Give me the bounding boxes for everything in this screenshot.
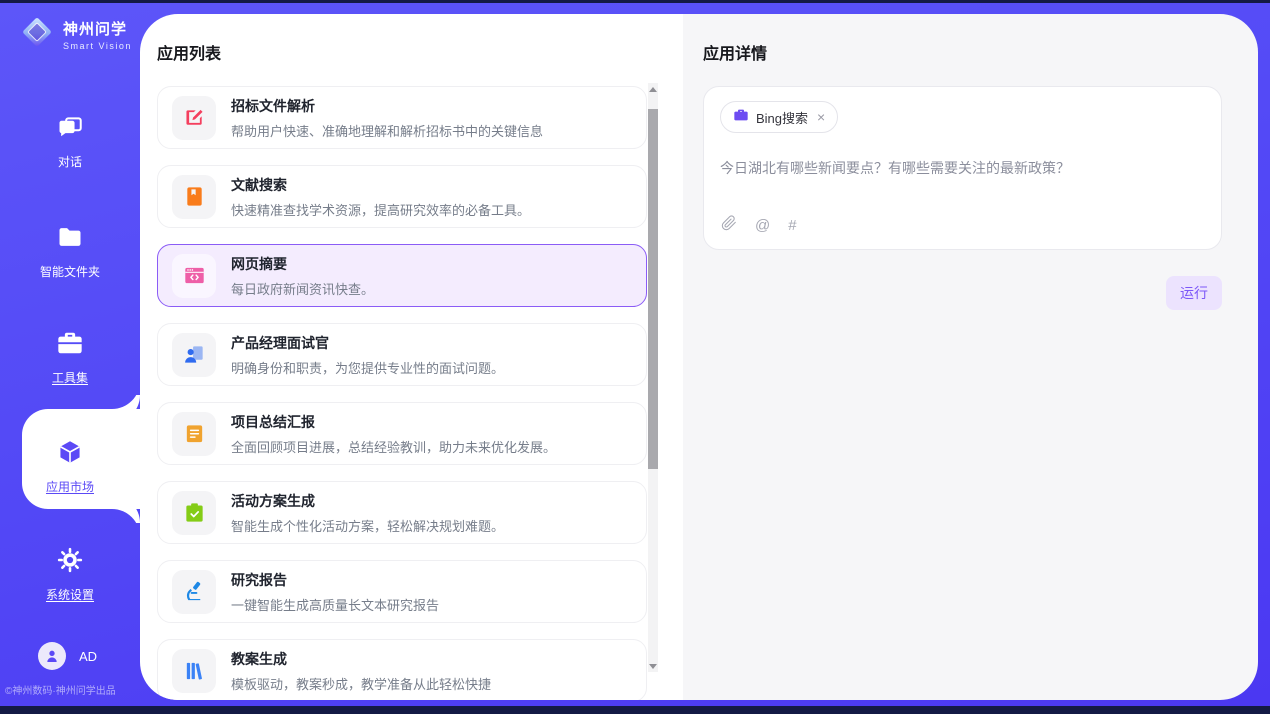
app-card-desc: 模板驱动，教案秒成，教学准备从此轻松快捷 xyxy=(231,674,491,693)
toolbox-icon xyxy=(56,344,84,361)
run-row: 运行 xyxy=(703,276,1222,310)
app-detail-title: 应用详情 xyxy=(703,40,1222,64)
app-detail-panel: 应用详情 Bing搜索 × 今日湖北有哪些新闻要点？有哪些需要关注的最新政策？ xyxy=(683,14,1258,700)
app-card-desc: 全面回顾项目进展，总结经验教训，助力未来优化发展。 xyxy=(231,437,556,456)
folder-icon xyxy=(56,238,84,255)
at-mention-icon[interactable]: @ xyxy=(755,217,770,234)
app-list-title: 应用列表 xyxy=(157,40,683,64)
app-list: 招标文件解析 帮助用户快速、准确地理解和解析招标书中的关键信息 文献搜索 快速精… xyxy=(157,86,647,700)
app-card-title: 教案生成 xyxy=(231,649,491,669)
report-note-icon xyxy=(172,412,216,456)
copyright-text: ©神州数码·神州问学出品 xyxy=(5,682,116,697)
brand-name: 神州问学 xyxy=(63,18,132,39)
app-card-title: 产品经理面试官 xyxy=(231,333,504,353)
sidebar-item-label: 智能文件夹 xyxy=(0,263,140,280)
app-card-title: 研究报告 xyxy=(231,570,439,590)
scroll-down-button[interactable] xyxy=(648,660,658,672)
chat-icon xyxy=(56,128,84,145)
scrollbar-thumb[interactable] xyxy=(648,109,658,469)
sidebar-item-label: 对话 xyxy=(0,153,140,170)
user-account[interactable]: AD xyxy=(38,642,97,670)
paperclip-icon[interactable] xyxy=(721,215,737,236)
app-list-panel: 应用列表 招标文件解析 帮助用户快速、准确地理解和解析招标书中的关键信息 xyxy=(140,14,683,700)
app-card-title: 文献搜索 xyxy=(231,175,530,195)
app-card-desc: 明确身份和职责，为您提供专业性的面试问题。 xyxy=(231,358,504,377)
gear-icon xyxy=(56,561,84,578)
app-card-desc: 一键智能生成高质量长文本研究报告 xyxy=(231,595,439,614)
app-card-title: 活动方案生成 xyxy=(231,491,504,511)
prompt-toolbar: @ # xyxy=(721,215,797,236)
brand-logo: 神州问学 Smart Vision xyxy=(18,13,132,56)
run-button[interactable]: 运行 xyxy=(1166,276,1222,310)
app-card-desc: 快速精准查找学术资源，提高研究效率的必备工具。 xyxy=(231,200,530,219)
tool-tag-label: Bing搜索 xyxy=(756,108,808,127)
hash-icon[interactable]: # xyxy=(788,217,796,234)
prompt-text[interactable]: 今日湖北有哪些新闻要点？有哪些需要关注的最新政策？ xyxy=(720,158,1205,178)
sidebar-item-label: 工具集 xyxy=(0,369,140,386)
microscope-icon xyxy=(172,570,216,614)
books-icon xyxy=(172,649,216,693)
app-card[interactable]: 研究报告 一键智能生成高质量长文本研究报告 xyxy=(157,560,647,623)
triangle-up-icon xyxy=(649,87,657,92)
app-card-title: 项目总结汇报 xyxy=(231,412,556,432)
scroll-up-button[interactable] xyxy=(648,83,658,95)
app-card-title: 网页摘要 xyxy=(231,254,374,274)
tool-tag-bing-search[interactable]: Bing搜索 × xyxy=(720,101,838,133)
brand-diamond-icon xyxy=(18,13,56,56)
close-icon[interactable]: × xyxy=(817,110,825,124)
app-card-desc: 帮助用户快速、准确地理解和解析招标书中的关键信息 xyxy=(231,121,543,140)
app-card[interactable]: 文献搜索 快速精准查找学术资源，提高研究效率的必备工具。 xyxy=(157,165,647,228)
book-icon xyxy=(172,175,216,219)
prompt-input-card[interactable]: Bing搜索 × 今日湖北有哪些新闻要点？有哪些需要关注的最新政策？ @ # xyxy=(703,86,1222,250)
triangle-down-icon xyxy=(649,664,657,669)
sidebar-item-toolset[interactable]: 工具集 xyxy=(0,329,140,386)
clipboard-check-icon xyxy=(172,491,216,535)
app-card[interactable]: 项目总结汇报 全面回顾项目进展，总结经验教训，助力未来优化发展。 xyxy=(157,402,647,465)
content-card: 应用列表 招标文件解析 帮助用户快速、准确地理解和解析招标书中的关键信息 xyxy=(140,14,1258,700)
cube-icon xyxy=(56,453,84,470)
app-card-desc: 每日政府新闻资讯快查。 xyxy=(231,279,374,298)
browser-code-icon xyxy=(172,254,216,298)
brand-subtitle: Smart Vision xyxy=(63,41,132,51)
avatar xyxy=(38,642,66,670)
app-card[interactable]: 招标文件解析 帮助用户快速、准确地理解和解析招标书中的关键信息 xyxy=(157,86,647,149)
sidebar-item-app-market[interactable]: 应用市场 xyxy=(0,438,140,495)
sidebar-item-label: 应用市场 xyxy=(0,478,140,495)
app-card-selected[interactable]: 网页摘要 每日政府新闻资讯快查。 xyxy=(157,244,647,307)
briefcase-icon xyxy=(733,107,749,128)
app-card[interactable]: 教案生成 模板驱动，教案秒成，教学准备从此轻松快捷 xyxy=(157,639,647,700)
app-card[interactable]: 产品经理面试官 明确身份和职责，为您提供专业性的面试问题。 xyxy=(157,323,647,386)
sidebar-item-settings[interactable]: 系统设置 xyxy=(0,546,140,603)
scrollbar[interactable] xyxy=(648,83,658,672)
sidebar-item-chat[interactable]: 对话 xyxy=(0,113,140,170)
user-name: AD xyxy=(79,649,97,664)
app-card-title: 招标文件解析 xyxy=(231,96,543,116)
app-card[interactable]: 活动方案生成 智能生成个性化活动方案，轻松解决规划难题。 xyxy=(157,481,647,544)
sidebar-item-label: 系统设置 xyxy=(0,586,140,603)
sidebar: 神州问学 Smart Vision 对话 智能文件夹 xyxy=(0,3,140,706)
app-window: 神州问学 Smart Vision 对话 智能文件夹 xyxy=(0,0,1270,714)
app-card-desc: 智能生成个性化活动方案，轻松解决规划难题。 xyxy=(231,516,504,535)
document-edit-icon xyxy=(172,96,216,140)
sidebar-item-smart-folder[interactable]: 智能文件夹 xyxy=(0,223,140,280)
interviewer-icon xyxy=(172,333,216,377)
